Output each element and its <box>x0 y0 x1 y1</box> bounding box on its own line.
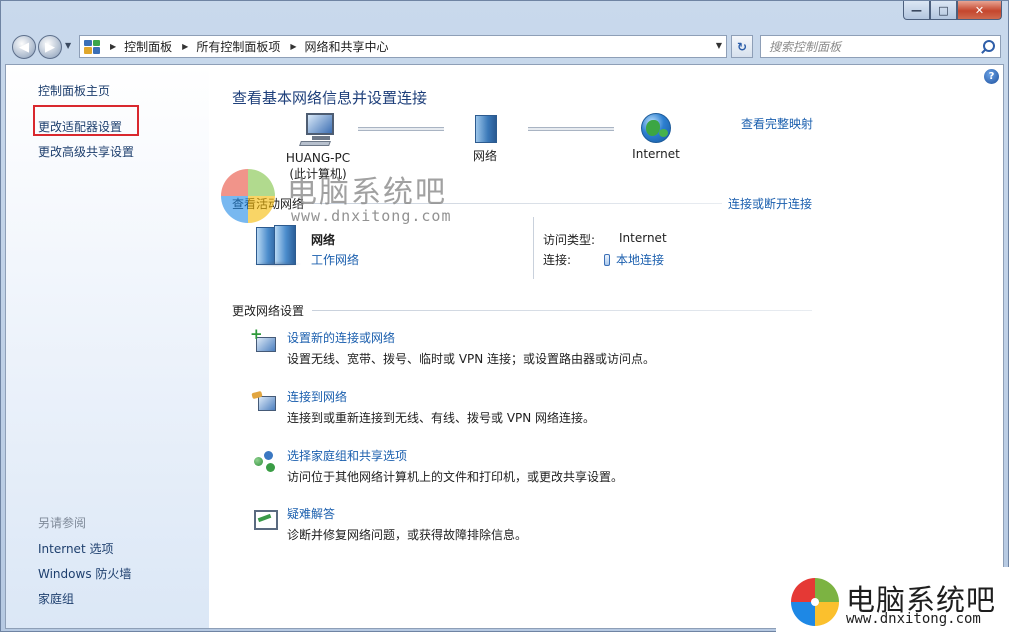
connection-label: 连接: <box>543 253 572 267</box>
task-troubleshoot: 疑难解答 诊断并修复网络问题，或获得故障排除信息。 <box>250 505 820 551</box>
see-also-heading: 另请参阅 <box>38 516 87 530</box>
computer-icon <box>298 113 338 147</box>
address-bar[interactable]: ▶ 控制面板 ▶ 所有控制面板项 ▶ 网络和共享中心 ▼ <box>79 35 727 58</box>
active-network-icon <box>252 225 302 267</box>
help-icon[interactable]: ? <box>984 69 999 84</box>
troubleshoot-icon <box>252 507 278 530</box>
back-button[interactable]: ◀ <box>12 35 36 59</box>
control-panel-icon <box>84 39 100 54</box>
chevron-right-icon[interactable]: ▶ <box>290 42 296 51</box>
view-full-map-link[interactable]: 查看完整映射 <box>741 115 813 132</box>
sidebar: 控制面板主页 更改适配器设置 更改高级共享设置 另请参阅 Internet 选项… <box>6 65 209 628</box>
map-link-line <box>528 127 614 131</box>
task-description: 诊断并修复网络问题，或获得故障排除信息。 <box>287 528 528 542</box>
network-type-link[interactable]: 工作网络 <box>311 251 359 268</box>
access-type-label: 访问类型: <box>543 233 596 247</box>
page-title: 查看基本网络信息并设置连接 <box>232 89 428 107</box>
connect-disconnect-link[interactable]: 连接或断开连接 <box>728 195 812 212</box>
task-homegroup-sharing: 选择家庭组和共享选项 访问位于其他网络计算机上的文件和打印机，或更改共享设置。 <box>250 447 820 493</box>
content-area: 控制面板主页 更改适配器设置 更改高级共享设置 另请参阅 Internet 选项… <box>5 64 1004 629</box>
title-bar: — □ ✕ <box>1 1 1008 29</box>
active-networks-heading: 查看活动网络 <box>232 197 305 211</box>
active-network-name: 网络 <box>311 233 336 247</box>
chevron-right-icon[interactable]: ▶ <box>182 42 188 51</box>
search-input[interactable] <box>761 36 978 57</box>
vertical-divider <box>533 217 534 279</box>
window-frame: — □ ✕ ◀ ▶ ▼ ▶ 控制面板 ▶ 所有控制面板项 ▶ 网络和共享中心 ▼… <box>0 0 1009 632</box>
map-node-network[interactable]: 网络 <box>452 113 518 164</box>
map-node-pc[interactable]: HUANG-PC (此计算机) <box>278 113 358 182</box>
homegroup-icon <box>252 449 276 471</box>
refresh-icon: ↻ <box>736 39 748 54</box>
local-connection-text: 本地连接 <box>616 253 665 267</box>
sidebar-item-adapter-settings[interactable]: 更改适配器设置 <box>38 118 122 135</box>
close-button[interactable]: ✕ <box>957 1 1002 20</box>
arrow-left-icon: ◀ <box>19 39 29 55</box>
breadcrumb-all-items[interactable]: 所有控制面板项 <box>196 38 280 55</box>
address-dropdown-icon[interactable]: ▼ <box>716 41 722 50</box>
chevron-right-icon[interactable]: ▶ <box>110 42 116 51</box>
arrow-right-icon: ▶ <box>45 39 55 55</box>
network-icon <box>469 113 501 143</box>
section-divider <box>312 203 722 204</box>
task-description: 连接到或重新连接到无线、有线、拨号或 VPN 网络连接。 <box>287 411 596 425</box>
task-title[interactable]: 连接到网络 <box>287 388 347 405</box>
section-divider <box>312 310 812 311</box>
pc-name: HUANG-PC <box>285 151 351 165</box>
task-description: 设置无线、宽带、拨号、临时或 VPN 连接；或设置路由器或访问点。 <box>287 352 656 366</box>
network-label: 网络 <box>472 149 497 163</box>
new-connection-icon <box>250 325 276 353</box>
refresh-button[interactable]: ↻ <box>731 35 753 58</box>
search-icon[interactable] <box>978 37 998 57</box>
recent-pages-dropdown-icon[interactable]: ▼ <box>65 41 71 50</box>
task-title[interactable]: 设置新的连接或网络 <box>287 329 395 346</box>
breadcrumb-network-center[interactable]: 网络和共享中心 <box>305 38 389 55</box>
ethernet-icon <box>604 254 610 266</box>
local-connection-link[interactable]: 本地连接 <box>604 251 664 268</box>
map-link-line <box>358 127 444 131</box>
maximize-button[interactable]: □ <box>930 1 957 20</box>
task-title[interactable]: 选择家庭组和共享选项 <box>287 447 407 464</box>
sidebar-item-advanced-sharing[interactable]: 更改高级共享设置 <box>38 143 134 160</box>
sidebar-item-home[interactable]: 控制面板主页 <box>38 82 110 99</box>
sidebar-item-internet-options[interactable]: Internet 选项 <box>38 540 113 557</box>
breadcrumb-control-panel[interactable]: 控制面板 <box>124 38 172 55</box>
connect-network-icon <box>252 390 276 412</box>
search-box[interactable] <box>760 35 1001 58</box>
sidebar-item-homegroup[interactable]: 家庭组 <box>38 590 74 607</box>
map-node-internet[interactable]: Internet <box>622 113 690 161</box>
forward-button[interactable]: ▶ <box>38 35 62 59</box>
sidebar-item-firewall[interactable]: Windows 防火墙 <box>38 565 131 582</box>
caption-buttons: — □ ✕ <box>903 1 1002 21</box>
access-type-value: Internet <box>619 231 667 245</box>
task-description: 访问位于其他网络计算机上的文件和打印机，或更改共享设置。 <box>287 470 624 484</box>
internet-label: Internet <box>632 147 680 161</box>
address-row: ◀ ▶ ▼ ▶ 控制面板 ▶ 所有控制面板项 ▶ 网络和共享中心 ▼ ↻ <box>1 29 1008 63</box>
minimize-button[interactable]: — <box>903 1 930 20</box>
task-new-connection: 设置新的连接或网络 设置无线、宽带、拨号、临时或 VPN 连接；或设置路由器或访… <box>250 325 820 375</box>
pc-sub: (此计算机) <box>289 167 347 181</box>
globe-icon <box>641 113 671 143</box>
task-connect-network: 连接到网络 连接到或重新连接到无线、有线、拨号或 VPN 网络连接。 <box>250 388 820 434</box>
task-title[interactable]: 疑难解答 <box>287 505 335 522</box>
change-settings-heading: 更改网络设置 <box>232 304 305 318</box>
